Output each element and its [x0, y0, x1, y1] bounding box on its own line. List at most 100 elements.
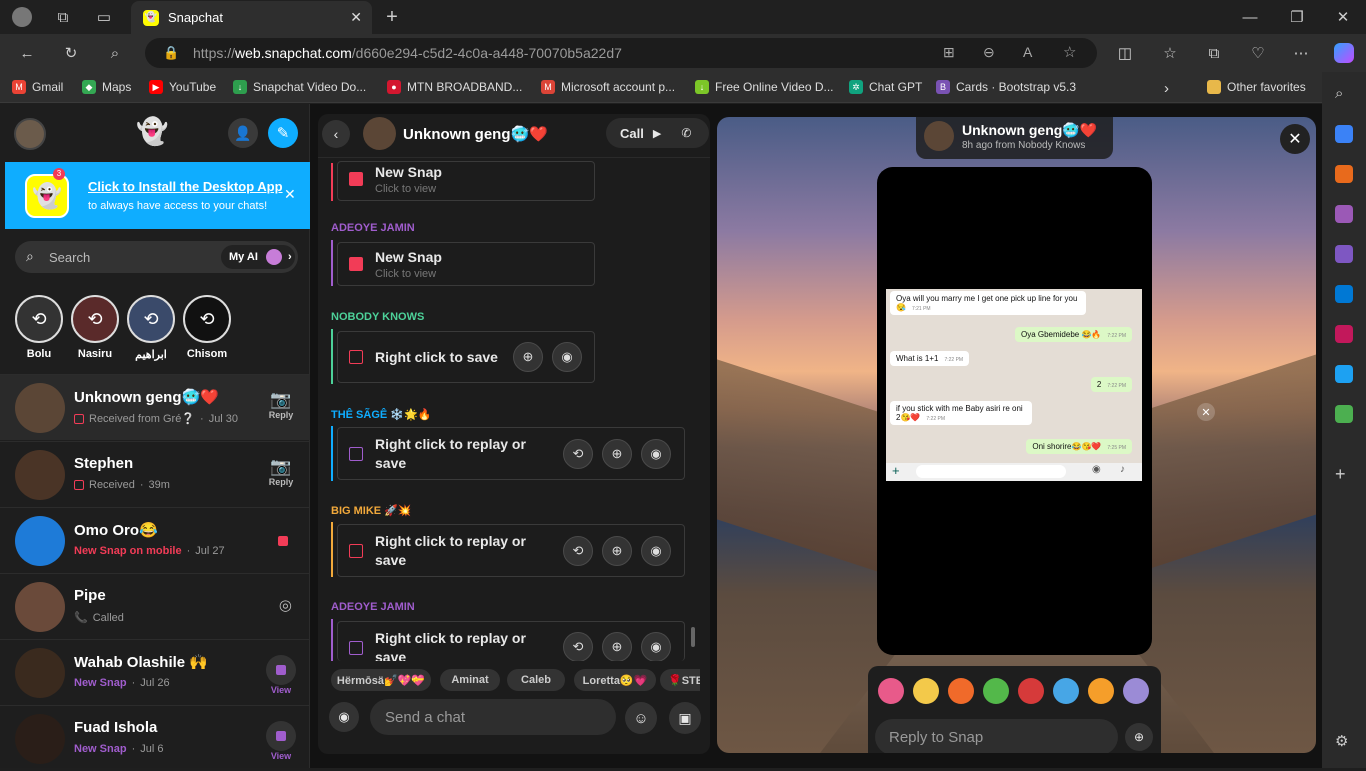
phone-call-icon[interactable]: ✆ — [681, 126, 691, 140]
zoom-icon[interactable]: ⊖ — [983, 44, 995, 61]
reaction-thumbs-icon[interactable] — [983, 678, 1009, 704]
snap-message[interactable]: New Snap Click to view — [337, 161, 595, 201]
replay-icon[interactable]: ⟲ — [563, 536, 593, 566]
reply-button[interactable]: 📷 Reply — [266, 457, 296, 487]
reaction-fire-icon[interactable] — [948, 678, 974, 704]
camera-icon[interactable]: ◉ — [641, 536, 671, 566]
sidebar-games-icon[interactable] — [1335, 205, 1353, 223]
sidebar-tree-icon[interactable] — [1335, 405, 1353, 423]
reaction-heart-icon[interactable] — [878, 678, 904, 704]
view-button[interactable]: View — [266, 721, 296, 761]
copilot-icon[interactable] — [1334, 43, 1354, 63]
save-icon[interactable]: ⊕ — [513, 342, 543, 372]
reply-button[interactable]: 📷 Reply — [266, 390, 296, 420]
back-arrow-icon[interactable]: ‹ — [322, 120, 350, 148]
fav-snapchat-video[interactable]: ↓ Snapchat Video Do... — [233, 80, 366, 94]
favorite-star-icon[interactable]: ☆ — [1063, 43, 1076, 61]
sidebar-add-icon[interactable]: + — [1335, 464, 1353, 484]
sticker-icon[interactable]: ▣ — [669, 702, 701, 734]
save-icon[interactable]: ⊕ — [602, 439, 632, 469]
save-icon[interactable]: ⊕ — [1125, 723, 1153, 751]
add-friend-icon[interactable]: 👤 — [228, 118, 258, 148]
fav-mtn[interactable]: ● MTN BROADBAND... — [387, 80, 522, 94]
reaction-laugh-icon[interactable] — [913, 678, 939, 704]
camera-icon[interactable]: ◎ — [279, 596, 292, 614]
snap-message[interactable]: Right click to replay or save ⟲ ⊕ ◉ — [337, 524, 685, 577]
reply-input[interactable]: Reply to Snap — [875, 719, 1118, 753]
fav-bootstrap[interactable]: B Cards · Bootstrap v5.3 — [936, 80, 1076, 94]
close-tab-icon[interactable]: ✕ — [350, 9, 362, 26]
my-ai-button[interactable]: My AI › — [221, 245, 295, 269]
friend-chip[interactable]: 🌹STE — [660, 669, 700, 691]
performance-icon[interactable]: ♡ — [1249, 44, 1267, 62]
new-chat-icon[interactable]: ✎ — [268, 118, 298, 148]
friend-chip[interactable]: Caleb — [507, 669, 565, 691]
search-input[interactable]: ⌕ Search My AI › — [15, 241, 298, 273]
sidebar-shopping-icon[interactable] — [1335, 125, 1353, 143]
read-aloud-icon[interactable]: A — [1023, 44, 1032, 60]
chat-row[interactable]: Pipe 📞 Called ◎ — [0, 573, 310, 639]
back-icon[interactable]: ← — [18, 44, 36, 62]
profile-avatar-icon[interactable] — [12, 7, 32, 27]
install-desktop-banner[interactable]: 👻 3 Click to Install the Desktop App to … — [5, 162, 310, 229]
snap-message[interactable]: Right click to replay or save ⟲ ⊕ ◉ — [337, 427, 685, 480]
chat-row[interactable]: Unknown geng🥶❤️ Received from Gré❔ · Jul 3… — [0, 374, 310, 440]
apps-icon[interactable]: ⊞ — [943, 44, 955, 61]
view-button[interactable]: View — [266, 655, 296, 695]
collections-icon[interactable]: ⧉ — [1205, 44, 1223, 62]
scrollbar[interactable] — [691, 627, 695, 647]
friend-chip[interactable]: Hërmōsä💅💖💝 — [331, 669, 431, 691]
bitmoji-avatar[interactable] — [14, 118, 46, 150]
chat-row[interactable]: Stephen Received · 39m 📷 Reply — [0, 441, 310, 507]
story-item[interactable]: ⟲ Nasiru — [71, 295, 119, 360]
snap-message[interactable]: New Snap Click to view — [337, 242, 595, 286]
reaction-kiss-icon[interactable] — [1018, 678, 1044, 704]
fav-free-video[interactable]: ↓ Free Online Video D... — [695, 80, 834, 94]
close-icon[interactable]: ✕ — [1197, 403, 1215, 421]
chat-row[interactable]: Omo Oro😂 New Snap on mobile · Jul 27 — [0, 507, 310, 573]
sidebar-telegram-icon[interactable] — [1335, 365, 1353, 383]
close-banner-icon[interactable]: ✕ — [284, 186, 296, 203]
camera-icon[interactable]: ◉ — [641, 632, 671, 661]
refresh-icon[interactable]: ↻ — [62, 44, 80, 62]
maximize-icon[interactable]: ❐ — [1288, 8, 1306, 26]
replay-icon[interactable]: ⟲ — [563, 632, 593, 661]
camera-icon[interactable]: ◉ — [552, 342, 582, 372]
sidebar-copilot-icon[interactable] — [1335, 245, 1353, 263]
snap-message[interactable]: Right click to replay or save ⟲ ⊕ ◉ — [337, 621, 685, 661]
call-label[interactable]: Call — [620, 126, 644, 141]
url-field[interactable]: 🔒 https://web.snapchat.com/d660e294-c5d2… — [145, 38, 1097, 68]
sidebar-outlook-icon[interactable] — [1335, 285, 1353, 303]
replay-icon[interactable]: ⟲ — [563, 439, 593, 469]
sidebar-search-icon[interactable]: ⌕ — [1335, 85, 1353, 103]
tab-actions-icon[interactable]: ▭ — [95, 8, 113, 26]
story-item[interactable]: ⟲ Bolu — [15, 295, 63, 360]
tab-snapchat[interactable]: 👻 Snapchat ✕ — [131, 1, 372, 34]
more-menu-icon[interactable]: ⋯ — [1292, 44, 1310, 62]
friend-chip[interactable]: Loretta🥺💗 — [574, 669, 656, 691]
save-icon[interactable]: ⊕ — [602, 536, 632, 566]
emoji-icon[interactable]: ☺ — [625, 702, 657, 734]
chat-row[interactable]: Fuad Ishola New Snap · Jul 6 View — [0, 705, 310, 771]
fav-chatgpt[interactable]: ✲ Chat GPT — [849, 80, 922, 94]
sidebar-tools-icon[interactable] — [1335, 165, 1353, 183]
split-screen-icon[interactable]: ◫ — [1116, 44, 1134, 62]
fav-microsoft[interactable]: M Microsoft account p... — [541, 80, 675, 94]
chat-input[interactable]: Send a chat — [370, 699, 616, 735]
fav-maps[interactable]: ◆ Maps — [82, 80, 131, 94]
favorites-icon[interactable]: ☆ — [1161, 44, 1179, 62]
story-item[interactable]: ⟲ Chisom — [183, 295, 231, 360]
search-icon[interactable]: ⌕ — [106, 44, 124, 62]
workspaces-icon[interactable]: ⧉ — [54, 8, 72, 26]
favorites-overflow-icon[interactable]: › — [1164, 80, 1169, 97]
chat-row[interactable]: Wahab Olashile 🙌 New Snap · Jul 26 View — [0, 639, 310, 705]
video-call-icon[interactable]: ▶ — [653, 127, 661, 140]
fav-gmail[interactable]: M Gmail — [12, 80, 63, 94]
sidebar-settings-icon[interactable]: ⚙ — [1335, 732, 1353, 750]
sidebar-designer-icon[interactable] — [1335, 325, 1353, 343]
close-snap-icon[interactable]: ✕ — [1280, 124, 1310, 154]
minimize-icon[interactable]: — — [1241, 8, 1259, 26]
reaction-cool-icon[interactable] — [1053, 678, 1079, 704]
camera-icon[interactable]: ◉ — [641, 439, 671, 469]
friend-chip[interactable]: Aminat — [440, 669, 500, 691]
